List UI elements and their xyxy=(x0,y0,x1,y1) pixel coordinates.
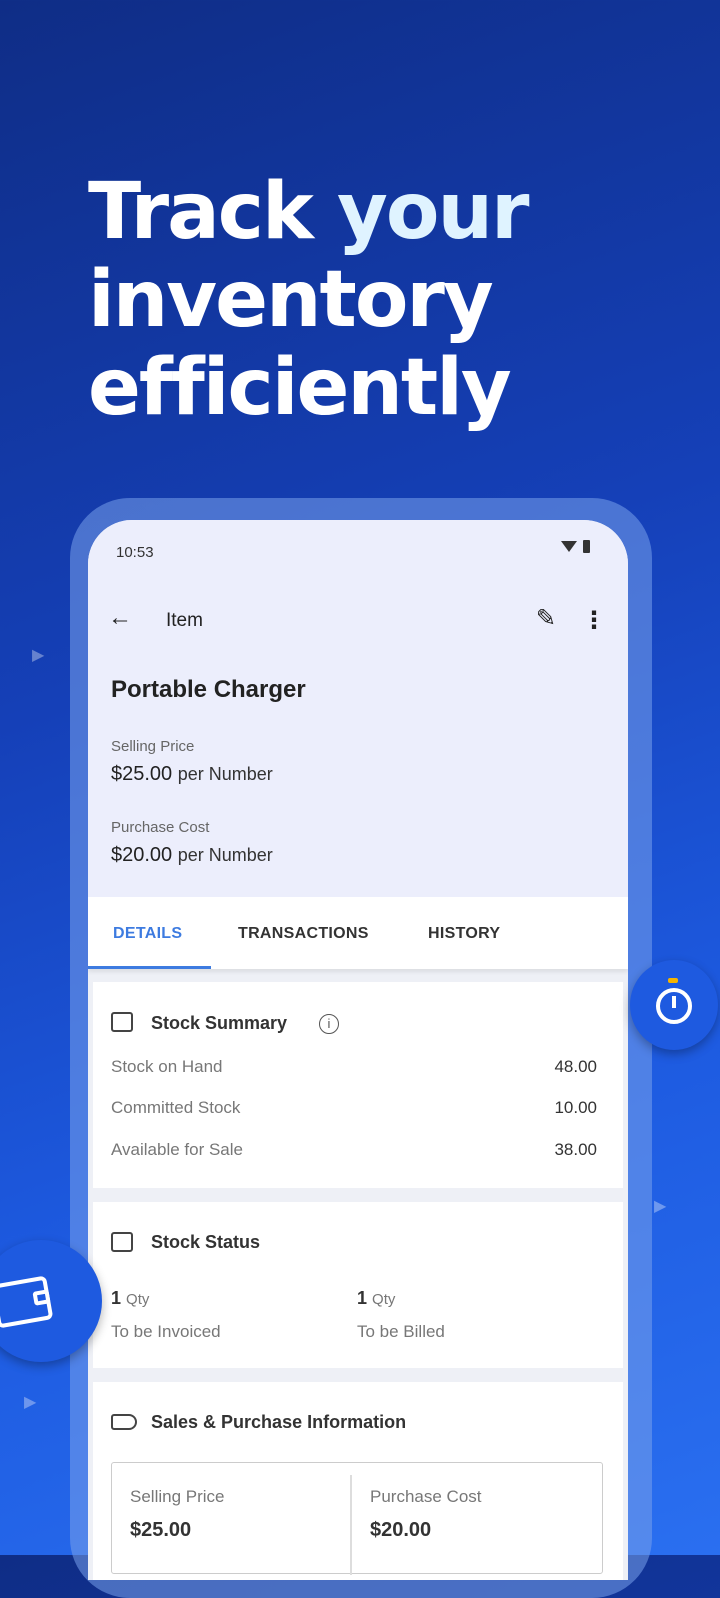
decor-triangle-icon: ▶ xyxy=(654,1198,667,1215)
back-arrow-icon[interactable]: ← xyxy=(108,604,132,632)
sales-purchase-card: Sales & Purchase Information Selling Pri… xyxy=(93,1382,623,1580)
item-header: 10:53 ← Item ✎ ⋮ Portable Charger Sellin… xyxy=(88,520,628,897)
to-be-invoiced-qty: 1 Qty xyxy=(111,1288,150,1308)
available-for-sale-value: 38.00 xyxy=(554,1140,597,1159)
headline: Track your inventory efficiently xyxy=(88,168,648,432)
status-time: 10:53 xyxy=(116,544,154,561)
tab-bar: DETAILS TRANSACTIONS HISTORY xyxy=(88,897,628,969)
sp-selling-price-label: Selling Price xyxy=(130,1487,225,1506)
stock-summary-title: Stock Summary xyxy=(151,1013,288,1033)
divider xyxy=(350,1475,352,1575)
to-be-billed-qty: 1 Qty xyxy=(357,1288,396,1308)
tag-icon xyxy=(111,1414,137,1430)
battery-icon xyxy=(583,540,590,553)
tab-transactions[interactable]: TRANSACTIONS xyxy=(238,925,369,943)
stock-status-icon xyxy=(111,1232,133,1252)
wifi-icon xyxy=(561,541,577,552)
sales-purchase-box: Selling Price $25.00 Purchase Cost $20.0… xyxy=(111,1462,603,1575)
sp-purchase-cost-label: Purchase Cost xyxy=(370,1487,482,1506)
to-be-invoiced-label: To be Invoiced xyxy=(111,1322,221,1341)
purchase-cost-label: Purchase Cost xyxy=(111,819,210,836)
stock-summary-icon xyxy=(111,1012,133,1032)
more-vertical-icon[interactable]: ⋮ xyxy=(582,606,606,635)
timer-badge xyxy=(630,960,718,1050)
sp-purchase-cost-value: $20.00 xyxy=(370,1519,432,1541)
tab-details[interactable]: DETAILS xyxy=(113,925,182,943)
stock-summary-card: Stock Summary i Stock on Hand 48.00 Comm… xyxy=(93,982,623,1188)
stock-on-hand-label: Stock on Hand xyxy=(111,1057,223,1076)
item-name: Portable Charger xyxy=(111,676,306,703)
selling-price-value: $25.00 per Number xyxy=(111,763,273,785)
stock-status-card: Stock Status 1 Qty To be Invoiced 1 Qty … xyxy=(93,1202,623,1368)
headline-line3: efficiently xyxy=(88,343,512,433)
edit-pencil-icon[interactable]: ✎ xyxy=(536,604,556,633)
stock-status-title: Stock Status xyxy=(151,1232,261,1252)
decor-triangle-icon: ▶ xyxy=(24,1394,37,1411)
tab-indicator xyxy=(88,966,211,969)
sales-purchase-title: Sales & Purchase Information xyxy=(151,1412,407,1432)
app-bar-title: Item xyxy=(166,610,203,631)
status-icons xyxy=(561,540,590,553)
info-icon[interactable]: i xyxy=(319,1014,339,1034)
committed-stock-label: Committed Stock xyxy=(111,1098,241,1117)
wallet-icon xyxy=(0,1275,54,1329)
headline-line2: inventory xyxy=(88,255,494,345)
headline-highlight: your xyxy=(337,167,529,257)
committed-stock-value: 10.00 xyxy=(554,1098,597,1117)
purchase-cost-value: $20.00 per Number xyxy=(111,844,273,866)
tab-history[interactable]: HISTORY xyxy=(428,925,500,943)
timer-button-top xyxy=(668,978,678,983)
decor-triangle-icon: ▶ xyxy=(32,647,45,664)
timer-icon xyxy=(656,988,692,1024)
selling-price-label: Selling Price xyxy=(111,738,195,755)
stock-on-hand-value: 48.00 xyxy=(554,1057,597,1076)
app-bar: ← Item ✎ ⋮ xyxy=(88,604,628,644)
phone-screen: 10:53 ← Item ✎ ⋮ Portable Charger Sellin… xyxy=(88,520,628,1580)
to-be-billed-label: To be Billed xyxy=(357,1322,445,1341)
available-for-sale-label: Available for Sale xyxy=(111,1140,243,1159)
headline-line1: Track your xyxy=(88,167,529,257)
sp-selling-price-value: $25.00 xyxy=(130,1519,192,1541)
